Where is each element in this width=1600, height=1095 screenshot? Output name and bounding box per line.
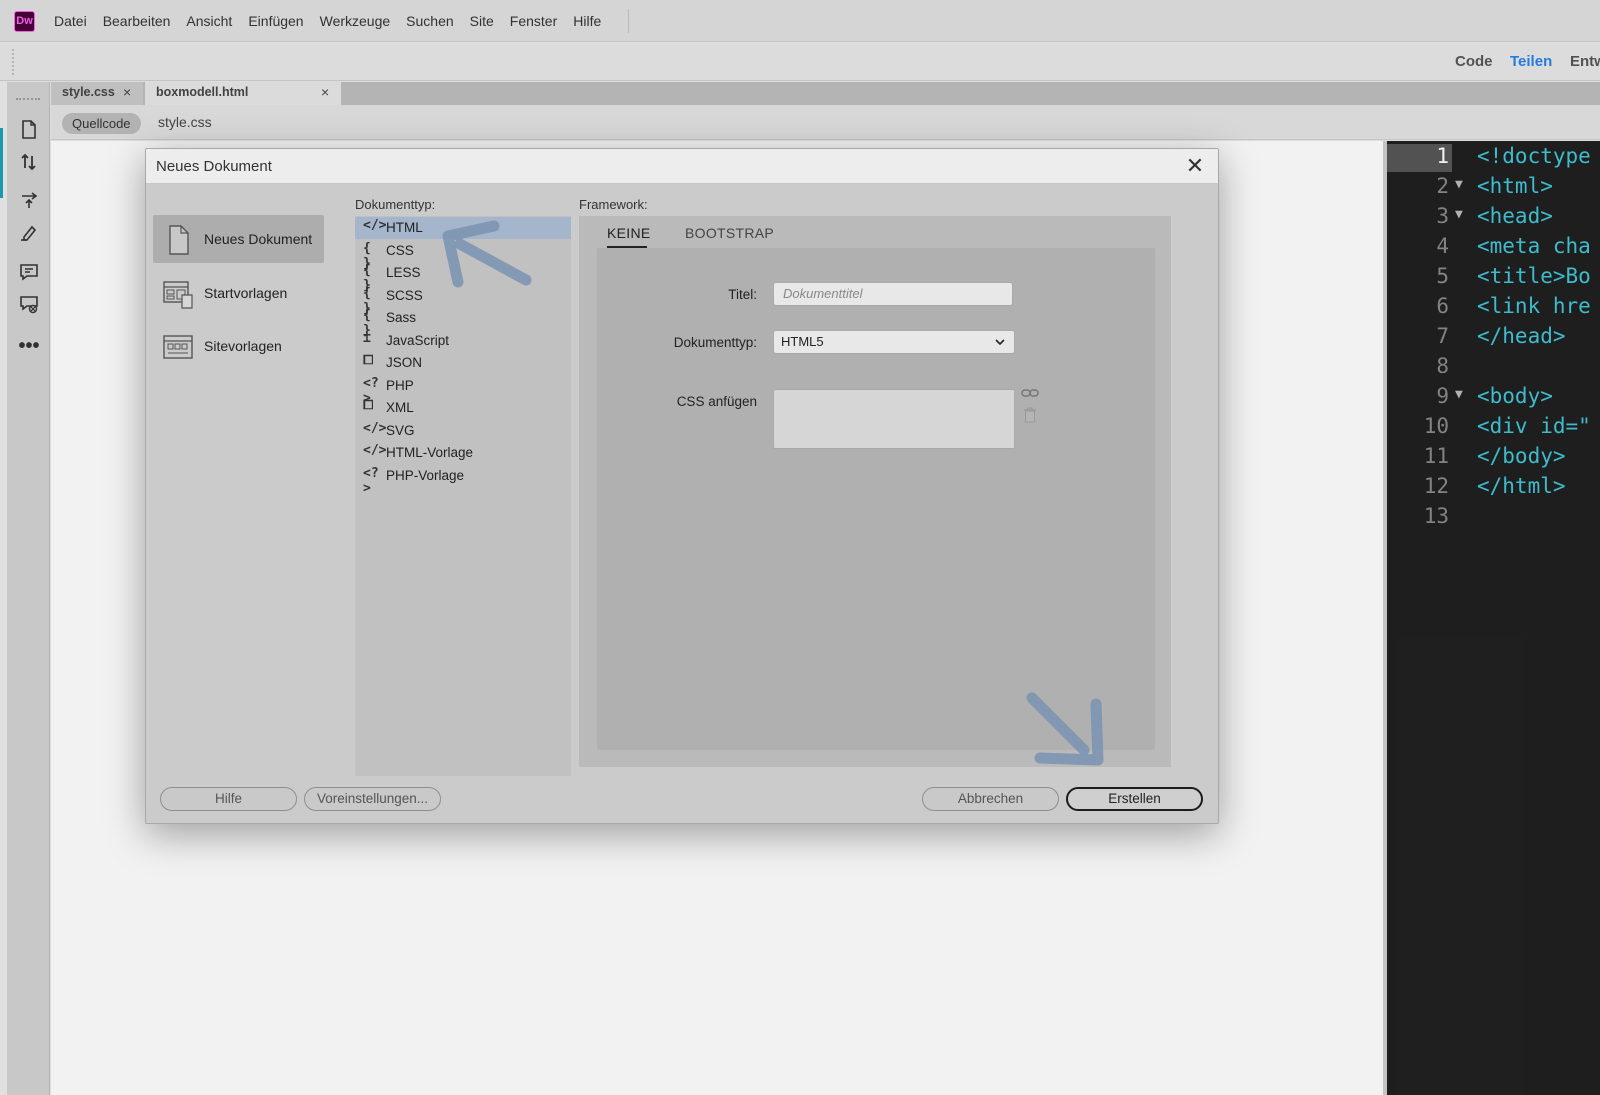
link-icon[interactable]	[1021, 387, 1039, 402]
doctype-item-svg[interactable]: </> SVG	[355, 420, 571, 442]
chevron-down-icon	[994, 331, 1006, 360]
document-icon	[169, 225, 189, 255]
category-site-templates[interactable]: Sitevorlagen	[153, 322, 324, 370]
tab-bootstrap[interactable]: BOOTSTRAP	[685, 225, 774, 241]
doctype-select-value: HTML5	[781, 334, 824, 349]
framework-panel: KEINE BOOTSTRAP Titel: Dokumenttitel Dok…	[579, 216, 1171, 767]
doctype-column-label: Dokumenttyp:	[355, 197, 436, 212]
doctype-item-xml[interactable]: ⧠ XML	[355, 397, 571, 419]
doctype-item-html[interactable]: </> HTML	[355, 217, 571, 239]
attach-css-list[interactable]	[773, 389, 1015, 449]
cancel-button[interactable]: Abbrechen	[922, 787, 1059, 811]
doctype-icon: ⌶	[363, 330, 371, 346]
doctype-label: PHP-Vorlage	[386, 467, 465, 483]
attach-css-label: CSS anfügen	[676, 394, 757, 409]
doctype-item-css[interactable]: { } CSS	[355, 240, 571, 271]
doctype-label: XML	[386, 400, 414, 415]
framework-label: Framework:	[579, 197, 648, 212]
dialog-title: Neues Dokument	[156, 158, 272, 175]
title-input[interactable]: Dokumenttitel	[773, 282, 1013, 306]
doctype-item-scss[interactable]: { } SCSS	[355, 285, 571, 316]
doctype-label: JSON	[386, 355, 423, 370]
trash-icon[interactable]	[1023, 407, 1037, 426]
doctype-icon: </>	[363, 443, 387, 458]
title-label: Titel:	[728, 287, 757, 302]
help-button[interactable]: Hilfe	[160, 787, 297, 811]
doctype-item-sass[interactable]: { } Sass	[355, 307, 571, 338]
category-label: Sitevorlagen	[204, 338, 282, 354]
doctype-label: HTML-Vorlage	[386, 445, 474, 460]
doctype-select[interactable]: HTML5	[773, 330, 1015, 354]
starter-templates-icon	[163, 281, 193, 309]
doctype-icon: </>	[363, 420, 387, 436]
preferences-button[interactable]: Voreinstellungen...	[304, 787, 441, 811]
doctype-label: LESS	[386, 265, 421, 280]
doctype-item-javascript[interactable]: ⌶ JavaScript	[355, 330, 571, 352]
doctype-label: Sass	[386, 310, 417, 325]
category-label: Startvorlagen	[204, 285, 288, 301]
doctype-item-json[interactable]: ⧠ JSON	[355, 352, 571, 374]
doctype-item-html-vorlage[interactable]: </> HTML-Vorlage	[355, 442, 571, 464]
doctype-label: CSS	[386, 242, 414, 258]
doctype-icon: </>	[363, 218, 387, 233]
tab-keine[interactable]: KEINE	[607, 225, 651, 241]
doctype-icon: <?>	[363, 465, 379, 496]
doctype-label: HTML	[386, 220, 423, 235]
category-label: Neues Dokument	[204, 231, 313, 247]
dialog-header: Neues Dokument ✕	[146, 149, 1218, 184]
doctype-label: PHP	[386, 377, 414, 393]
doctype-label: Dokumenttyp:	[673, 335, 757, 350]
new-document-dialog: Neues Dokument ✕ Neues Dokument Startvor…	[145, 148, 1219, 824]
category-new-document[interactable]: Neues Dokument	[153, 215, 324, 263]
create-button[interactable]: Erstellen	[1066, 787, 1203, 811]
framework-options: Titel: Dokumenttitel Dokumenttyp: HTML5 …	[597, 248, 1155, 750]
site-templates-icon	[163, 335, 193, 359]
doctype-label: JavaScript	[386, 332, 450, 348]
doctype-icon: ⧠	[363, 398, 374, 413]
doctype-item-php[interactable]: <?> PHP	[355, 375, 571, 406]
doctype-list: </> HTML{ } CSS{ } LESS{ } SCSS{ } Sass ⌶ JavaS…	[355, 216, 571, 776]
doctype-label: SCSS	[386, 287, 423, 303]
doctype-icon: ⧠	[363, 353, 374, 368]
category-starter-templates[interactable]: Startvorlagen	[153, 269, 324, 317]
close-icon[interactable]: ✕	[1182, 152, 1208, 180]
doctype-item-less[interactable]: { } LESS	[355, 262, 571, 293]
doctype-label: SVG	[386, 422, 415, 438]
doctype-item-php-vorlage[interactable]: <?> PHP-Vorlage	[355, 465, 571, 496]
